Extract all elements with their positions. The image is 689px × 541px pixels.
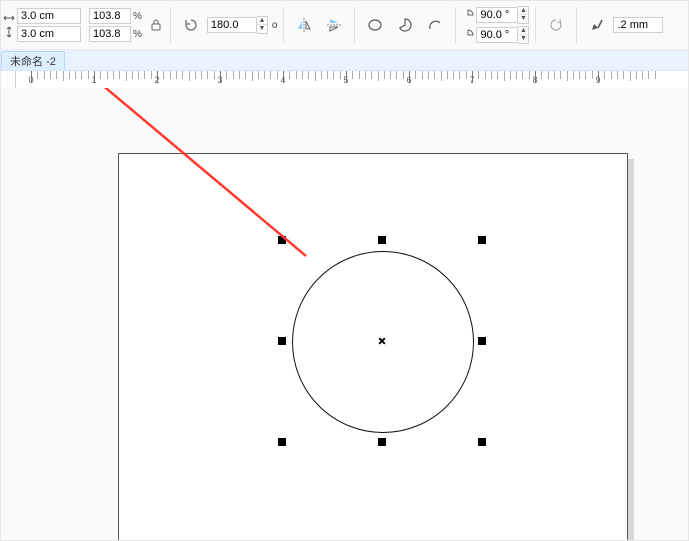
mirror-vertical-button[interactable] <box>320 11 348 39</box>
selection-handle[interactable] <box>478 438 486 446</box>
arc-button[interactable] <box>421 11 449 39</box>
app-frame: % % ▲▼ o <box>0 0 689 541</box>
pie-button[interactable] <box>391 11 419 39</box>
object-width-field[interactable] <box>17 8 81 24</box>
arc-angle-group: ▲▼ ▲▼ <box>462 1 529 49</box>
selection-handle[interactable] <box>278 236 286 244</box>
rotation-group: ▲▼ o <box>177 1 278 49</box>
document-tab-label: 未命名 -2 <box>10 53 56 69</box>
selection-handle[interactable] <box>278 337 286 345</box>
outline-pen-icon <box>583 11 611 39</box>
end-angle-field[interactable]: ▲▼ <box>476 26 529 44</box>
start-angle-icon <box>462 9 474 21</box>
document-tab-bar: 未命名 -2 <box>1 50 688 71</box>
start-angle-field[interactable]: ▲▼ <box>476 6 529 24</box>
selection-handle[interactable] <box>278 438 286 446</box>
swap-direction-button[interactable] <box>542 11 570 39</box>
scale-x-field[interactable] <box>89 8 131 24</box>
outline-width-field[interactable] <box>613 17 663 33</box>
selection-handle[interactable] <box>378 438 386 446</box>
document-tab[interactable]: 未命名 -2 <box>1 51 65 70</box>
height-icon <box>3 26 15 38</box>
mirror-group <box>290 1 348 49</box>
ellipse-button[interactable] <box>361 11 389 39</box>
size-icons <box>3 12 15 38</box>
canvas[interactable] <box>1 88 688 540</box>
property-bar: % % ▲▼ o <box>1 1 688 50</box>
scale-y-field[interactable] <box>89 26 131 42</box>
size-group <box>3 1 81 49</box>
width-icon <box>3 12 15 24</box>
ellipse-shape-group <box>361 1 449 49</box>
end-angle-icon <box>462 29 474 41</box>
scale-group: % % <box>89 1 164 49</box>
rotation-angle-field[interactable]: ▲▼ <box>207 16 268 34</box>
percent-unit: % <box>133 11 142 22</box>
selection-center[interactable] <box>377 336 387 346</box>
lock-ratio-button[interactable] <box>148 17 164 33</box>
object-height-field[interactable] <box>17 26 81 42</box>
selection-handle[interactable] <box>478 337 486 345</box>
rotate-icon <box>177 11 205 39</box>
selection-handle[interactable] <box>478 236 486 244</box>
degree-unit: o <box>272 20 278 31</box>
percent-unit: % <box>133 29 142 40</box>
selection-handle[interactable] <box>378 236 386 244</box>
outline-group <box>583 1 663 49</box>
mirror-horizontal-button[interactable] <box>290 11 318 39</box>
